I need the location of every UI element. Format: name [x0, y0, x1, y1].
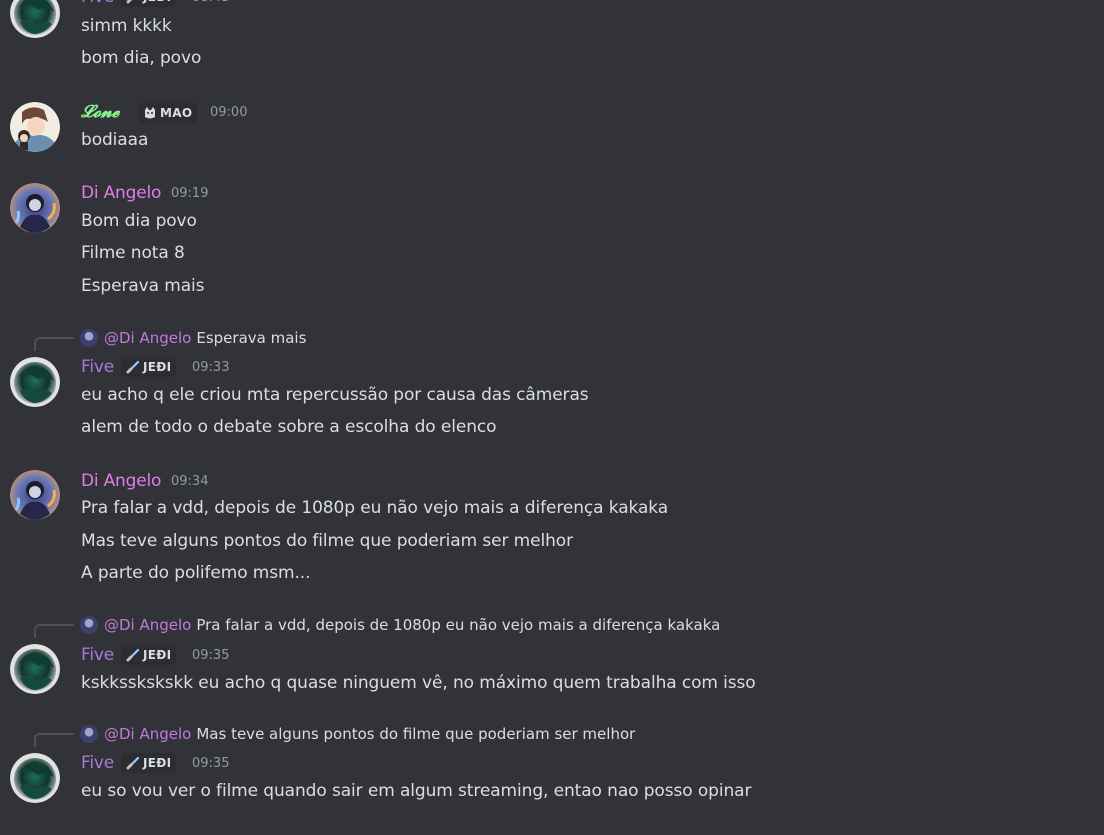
- cat-icon: [145, 107, 155, 119]
- username[interactable]: Di Angelo: [81, 182, 161, 204]
- message-line: Pra falar a vdd, depois de 1080p eu não …: [81, 498, 669, 518]
- avatar-di-angelo[interactable]: [10, 183, 60, 233]
- reply-preview[interactable]: @Di Angelo Pra falar a vdd, depois de 108…: [80, 614, 720, 636]
- reply-spine: [34, 337, 74, 351]
- avatar-lone[interactable]: [10, 102, 60, 152]
- avatar-five[interactable]: [10, 753, 60, 803]
- lightsaber-icon: [126, 648, 140, 662]
- role-tag[interactable]: MAO: [138, 103, 198, 123]
- username[interactable]: Five: [81, 752, 114, 774]
- message-line: eu so vou ver o filme quando sair em alg…: [81, 781, 752, 801]
- reply-mention[interactable]: @Di Angelo: [104, 725, 191, 743]
- reply-mention[interactable]: @Di Angelo: [104, 329, 191, 347]
- message-line: alem de todo o debate sobre a escolha do…: [81, 417, 497, 437]
- reply-text[interactable]: Mas teve alguns pontos do filme que pode…: [196, 725, 635, 743]
- role-tag-label: MAO: [160, 106, 193, 120]
- lightsaber-icon: [126, 756, 140, 770]
- role-tag[interactable]: JEÐI: [121, 357, 177, 377]
- role-tag-label: JEÐI: [143, 0, 171, 4]
- message-line: kskksskskskk eu acho q quase ninguem vê,…: [81, 673, 756, 693]
- role-tag[interactable]: JEÐI: [121, 645, 177, 665]
- timestamp: 09:35: [192, 756, 230, 771]
- lightsaber-icon: [126, 0, 133, 4]
- timestamp: 09:35: [192, 648, 230, 663]
- avatar-five[interactable]: [10, 644, 60, 694]
- message-line: simm kkkk: [81, 16, 172, 36]
- timestamp: 09:00: [210, 105, 248, 120]
- message-line: A parte do polifemo msm...: [81, 563, 311, 583]
- reply-text[interactable]: Pra falar a vdd, depois de 1080p eu não …: [196, 616, 720, 634]
- role-tag-label: JEÐI: [143, 648, 172, 662]
- avatar-di-angelo[interactable]: [10, 470, 60, 520]
- avatar-five[interactable]: [10, 357, 60, 407]
- username[interactable]: Five: [81, 0, 114, 8]
- reply-spine: [34, 733, 74, 747]
- message-line: Filme nota 8: [81, 243, 185, 263]
- message-list: Five JEÐI 08:43 simm kkkk bom dia, povo …: [0, 0, 1104, 835]
- timestamp: 08:43: [192, 0, 229, 9]
- timestamp: 09:19: [171, 186, 209, 201]
- timestamp: 09:34: [171, 474, 209, 489]
- role-tag[interactable]: JEÐI: [121, 753, 177, 773]
- username[interactable]: Di Angelo: [81, 470, 161, 492]
- reply-spine: [34, 624, 74, 638]
- role-tag-label: JEÐI: [143, 360, 172, 374]
- reply-preview[interactable]: @Di Angelo Esperava mais: [80, 327, 306, 349]
- reply-avatar: [80, 328, 98, 347]
- lightsaber-icon: [126, 360, 140, 374]
- message-line: eu acho q ele criou mta repercussão por …: [81, 385, 589, 405]
- reply-text[interactable]: Esperava mais: [196, 329, 306, 347]
- message-line: Mas teve alguns pontos do filme que pode…: [81, 531, 573, 551]
- reply-avatar: [80, 615, 98, 634]
- reply-avatar: [80, 724, 98, 743]
- username[interactable]: 𝓛𝓸𝓷𝓮: [81, 101, 119, 123]
- reply-preview[interactable]: @Di Angelo Mas teve alguns pontos do film…: [80, 723, 635, 745]
- message-line: bom dia, povo: [81, 48, 202, 68]
- username[interactable]: Five: [81, 356, 114, 378]
- avatar-five[interactable]: [10, 0, 60, 38]
- reply-mention[interactable]: @Di Angelo: [104, 616, 191, 634]
- username[interactable]: Five: [81, 644, 114, 666]
- message-line: Bom dia povo: [81, 211, 197, 231]
- message-line: bodiaaa: [81, 130, 149, 150]
- message-line: Esperava mais: [81, 276, 205, 296]
- role-tag-label: JEÐI: [143, 756, 172, 770]
- role-tag[interactable]: JEÐI: [121, 0, 177, 7]
- timestamp: 09:33: [192, 360, 230, 375]
